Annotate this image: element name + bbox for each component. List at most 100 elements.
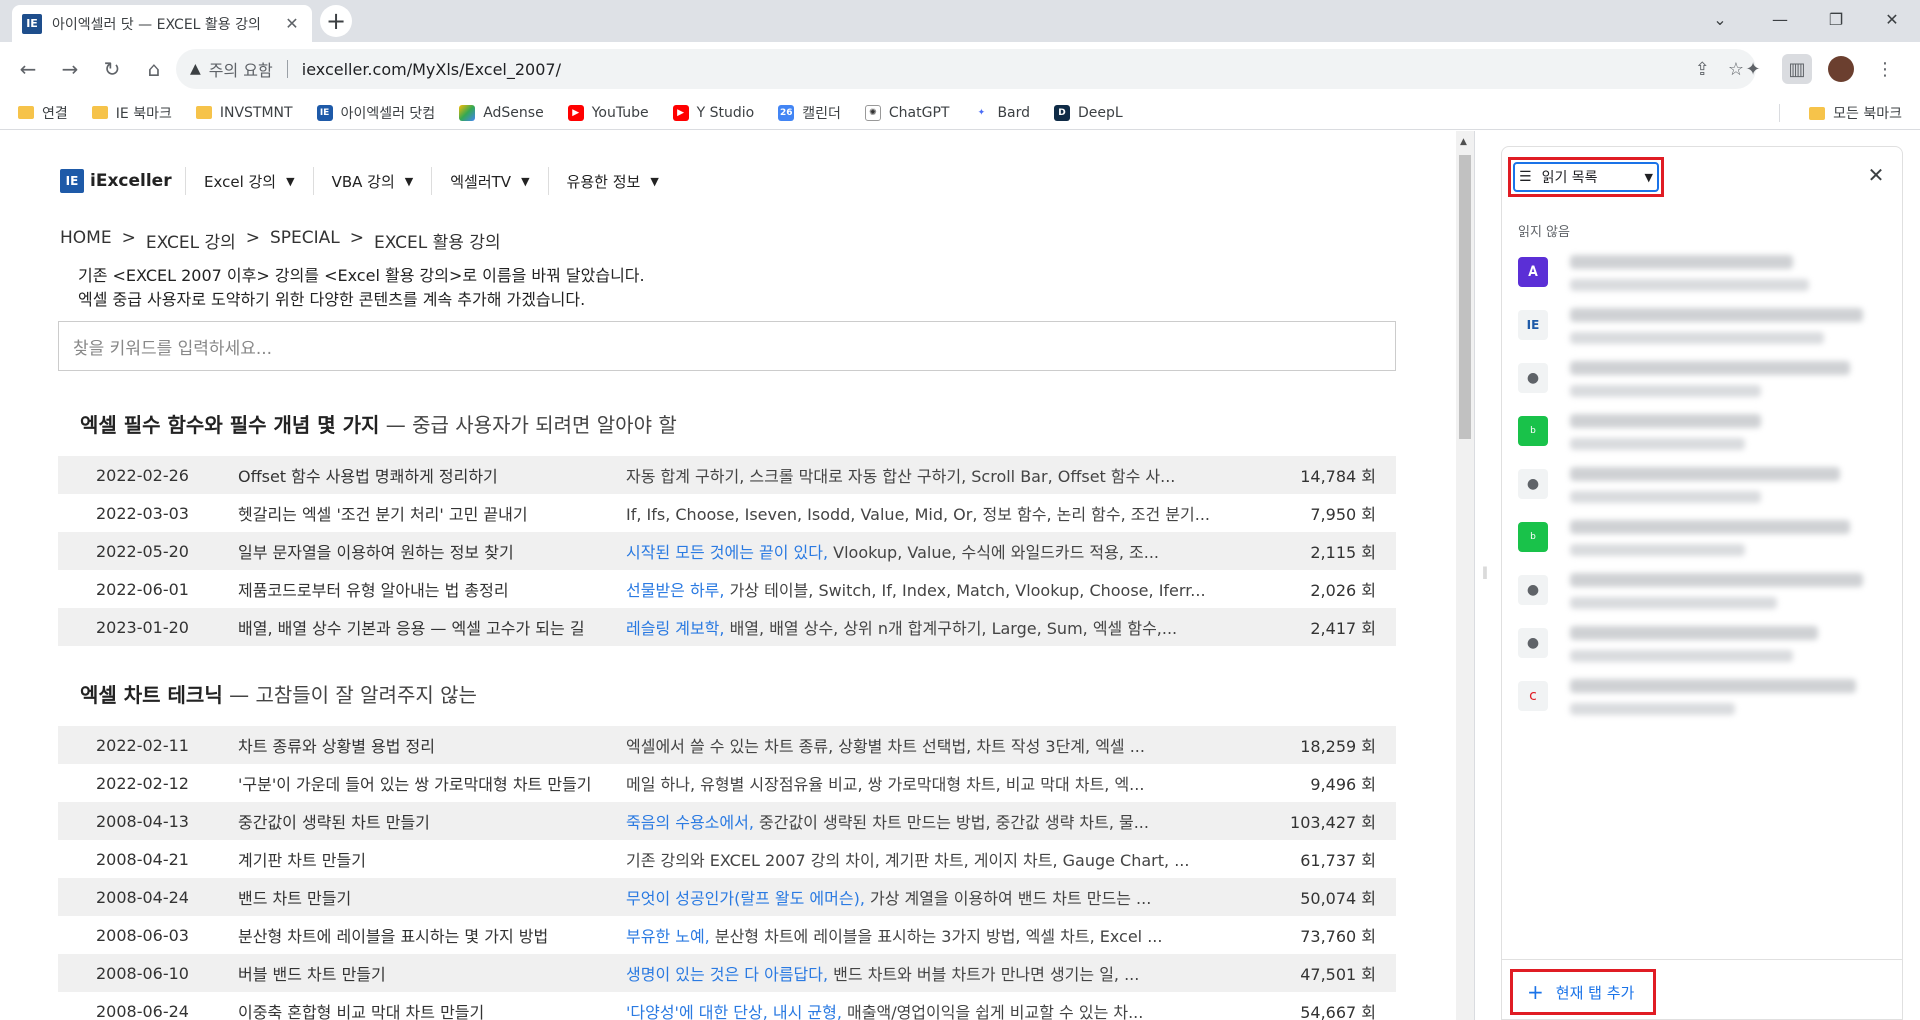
- reading-list-item[interactable]: ●: [1518, 569, 1888, 619]
- site-logo[interactable]: IE iExceller: [60, 169, 172, 193]
- breadcrumb-current: EXCEL 활용 강의: [374, 233, 501, 253]
- all-bookmarks-button[interactable]: 모든 북마크: [1809, 96, 1902, 130]
- bookmark-item[interactable]: 연결: [18, 103, 68, 123]
- reload-icon[interactable]: ↻: [92, 49, 132, 89]
- side-panel-selector[interactable]: ☰ 읽기 목록 ▼: [1508, 157, 1664, 197]
- panel-resize-handle[interactable]: ‖: [1482, 565, 1488, 585]
- table-row[interactable]: 2008-06-24 이중축 혼합형 비교 막대 차트 만들기 '다양성'에 대한 …: [58, 992, 1396, 1020]
- row-view-count: 50,074 회: [1300, 889, 1376, 908]
- tab-search-chevron-icon[interactable]: ⌄: [1692, 0, 1748, 38]
- extensions-puzzle-icon[interactable]: ✦: [1738, 54, 1768, 84]
- row-quote-link[interactable]: 레슬링 계보학,: [626, 619, 725, 638]
- page-scrollbar[interactable]: ▲: [1456, 131, 1474, 1020]
- bookmark-item[interactable]: INVSTMNT: [195, 105, 293, 121]
- reading-list-item[interactable]: 𝐀: [1518, 251, 1888, 301]
- bookmark-item[interactable]: ✦ Bard: [973, 104, 1030, 121]
- table-row[interactable]: 2008-04-24 밴드 차트 만들기 무엇이 성공인가(랄프 왈도 에머슨), …: [58, 878, 1396, 916]
- lecture-table: 2022-02-11 차트 종류와 상황별 용법 정리 엑셀에서 쓸 수 있는 차트…: [58, 726, 1396, 1020]
- side-panel-icon[interactable]: ▥: [1782, 54, 1812, 84]
- row-view-count: 73,760 회: [1300, 927, 1376, 946]
- table-row[interactable]: 2008-06-03 분산형 차트에 레이블을 표시하는 몇 가지 방법 부유한 노…: [58, 916, 1396, 954]
- menu-tv[interactable]: 엑셀러TV ▼: [431, 167, 547, 195]
- table-row[interactable]: 2008-04-13 중간값이 생략된 차트 만들기 죽음의 수용소에서, 중간값이…: [58, 802, 1396, 840]
- restore-icon[interactable]: ❐: [1808, 0, 1864, 38]
- row-quote-link[interactable]: 선물받은 하루,: [626, 581, 725, 600]
- bookmark-item[interactable]: ▶ YouTube: [567, 104, 649, 121]
- back-arrow-icon[interactable]: ←: [8, 49, 48, 89]
- row-view-count: 103,427 회: [1290, 813, 1376, 832]
- table-row[interactable]: 2008-06-10 버블 밴드 차트 만들기 생명이 있는 것은 다 아름답다, …: [58, 954, 1396, 992]
- blog-icon: b: [1518, 416, 1548, 446]
- bookmark-item[interactable]: D DeepL: [1054, 104, 1123, 121]
- row-date: 2022-05-20: [96, 541, 189, 561]
- row-title-link[interactable]: '구분'이 가운데 들어 있는 쌍 가로막대형 차트 만들기: [230, 771, 618, 795]
- table-row[interactable]: 2022-02-26 Offset 함수 사용법 명쾌하게 정리하기 자동 합계 구…: [58, 456, 1396, 494]
- row-quote-link[interactable]: 생명이 있는 것은 다 아름답다,: [626, 965, 828, 984]
- side-panel-close-icon[interactable]: ✕: [1860, 159, 1892, 191]
- warning-triangle-icon[interactable]: ▲: [190, 61, 201, 77]
- bookmark-item[interactable]: IE 북마크: [91, 103, 172, 123]
- bookmark-item[interactable]: 26 캘린더: [778, 103, 841, 123]
- bookmark-item[interactable]: IE 아이엑셀러 닷컴: [316, 103, 435, 123]
- new-tab-button[interactable]: +: [320, 5, 352, 37]
- reading-list-item[interactable]: c: [1518, 675, 1888, 725]
- home-icon[interactable]: ⌂: [134, 49, 174, 89]
- forward-arrow-icon[interactable]: →: [50, 49, 90, 89]
- row-title-link[interactable]: 배열, 배열 상수 기본과 응용 — 엑셀 고수가 되는 길: [230, 615, 618, 639]
- kebab-menu-icon[interactable]: ⋮: [1870, 54, 1900, 84]
- breadcrumb-home[interactable]: HOME: [60, 228, 112, 253]
- row-title-link[interactable]: 헷갈리는 엑셀 '조건 분기 처리' 고민 끝내기: [230, 501, 618, 525]
- table-row[interactable]: 2008-04-21 계기판 차트 만들기 기존 강의와 EXCEL 2007 강의…: [58, 840, 1396, 878]
- row-quote-link[interactable]: 무엇이 성공인가(랄프 왈도 에머슨),: [626, 889, 865, 908]
- scroll-thumb[interactable]: [1459, 155, 1471, 439]
- address-bar[interactable]: ▲ 주의 요함 iexceller.com/MyXls/Excel_2007/ …: [176, 49, 1756, 89]
- active-tab[interactable]: IE 아이엑셀러 닷 — EXCEL 활용 강의 ✕: [12, 5, 312, 42]
- row-title-link[interactable]: 분산형 차트에 레이블을 표시하는 몇 가지 방법: [230, 923, 618, 947]
- keyword-search-input[interactable]: 찾을 키워드를 입력하세요...: [58, 321, 1396, 371]
- table-row[interactable]: 2022-06-01 제품코드로부터 유형 알아내는 법 총정리 선물받은 하루, …: [58, 570, 1396, 608]
- bookmark-item[interactable]: ✺ ChatGPT: [864, 104, 949, 121]
- row-quote-link[interactable]: 죽음의 수용소에서,: [626, 813, 754, 832]
- reading-list-item[interactable]: ●: [1518, 357, 1888, 407]
- row-quote-link[interactable]: 시작된 모든 것에는 끝이 있다,: [626, 543, 828, 562]
- scroll-up-arrow-icon[interactable]: ▲: [1460, 137, 1467, 147]
- row-title-link[interactable]: 차트 종류와 상황별 용법 정리: [230, 733, 618, 757]
- security-warning-text[interactable]: 주의 요함: [209, 57, 273, 81]
- bookmark-item[interactable]: ▶ Y Studio: [672, 104, 754, 121]
- menu-info[interactable]: 유용한 정보 ▼: [547, 167, 677, 195]
- reading-list-item[interactable]: ●: [1518, 463, 1888, 513]
- row-title-link[interactable]: 버블 밴드 차트 만들기: [230, 961, 618, 985]
- reading-list-item[interactable]: ●: [1518, 622, 1888, 672]
- table-row[interactable]: 2022-02-11 차트 종류와 상황별 용법 정리 엑셀에서 쓸 수 있는 차트…: [58, 726, 1396, 764]
- profile-avatar[interactable]: [1826, 54, 1856, 84]
- table-row[interactable]: 2022-02-12 '구분'이 가운데 들어 있는 쌍 가로막대형 차트 만들기…: [58, 764, 1396, 802]
- row-title-link[interactable]: 이중축 혼합형 비교 막대 차트 만들기: [230, 999, 618, 1020]
- bookmark-item[interactable]: AdSense: [459, 104, 544, 121]
- menu-vba[interactable]: VBA 강의 ▼: [312, 167, 432, 195]
- row-title-link[interactable]: 밴드 차트 만들기: [230, 885, 618, 909]
- reading-list-item[interactable]: b: [1518, 410, 1888, 460]
- tab-close-icon[interactable]: ✕: [282, 14, 302, 34]
- reading-list-item[interactable]: b: [1518, 516, 1888, 566]
- breadcrumb-excel[interactable]: EXCEL 강의: [146, 228, 236, 253]
- table-row[interactable]: 2022-03-03 헷갈리는 엑셀 '조건 분기 처리' 고민 끝내기 If, I…: [58, 494, 1396, 532]
- url-text[interactable]: iexceller.com/MyXls/Excel_2007/: [302, 60, 561, 79]
- blurred-item-text: [1570, 463, 1888, 503]
- row-title-link[interactable]: 중간값이 생략된 차트 만들기: [230, 809, 618, 833]
- share-icon[interactable]: ⇪: [1695, 59, 1710, 80]
- row-quote-link[interactable]: 부유한 노예,: [626, 927, 710, 946]
- add-current-tab-button[interactable]: + 현재 탭 추가: [1510, 969, 1656, 1015]
- row-title-link[interactable]: Offset 함수 사용법 명쾌하게 정리하기: [230, 463, 618, 487]
- table-row[interactable]: 2022-05-20 일부 문자열을 이용하여 원하는 정보 찾기 시작된 모든 것…: [58, 532, 1396, 570]
- folder-icon: [91, 106, 108, 119]
- row-title-link[interactable]: 계기판 차트 만들기: [230, 847, 618, 871]
- row-quote-link[interactable]: '다양성'에 대한 단상, 내시 균형,: [626, 1003, 842, 1020]
- table-row[interactable]: 2023-01-20 배열, 배열 상수 기본과 응용 — 엑셀 고수가 되는 길…: [58, 608, 1396, 646]
- minimize-icon[interactable]: —: [1752, 0, 1808, 38]
- breadcrumb-special[interactable]: SPECIAL: [270, 228, 340, 253]
- row-title-link[interactable]: 제품코드로부터 유형 알아내는 법 총정리: [230, 577, 618, 601]
- row-title-link[interactable]: 일부 문자열을 이용하여 원하는 정보 찾기: [230, 539, 618, 563]
- menu-excel[interactable]: Excel 강의 ▼: [185, 167, 313, 195]
- reading-list-item[interactable]: IE: [1518, 304, 1888, 354]
- window-close-icon[interactable]: ✕: [1864, 0, 1920, 38]
